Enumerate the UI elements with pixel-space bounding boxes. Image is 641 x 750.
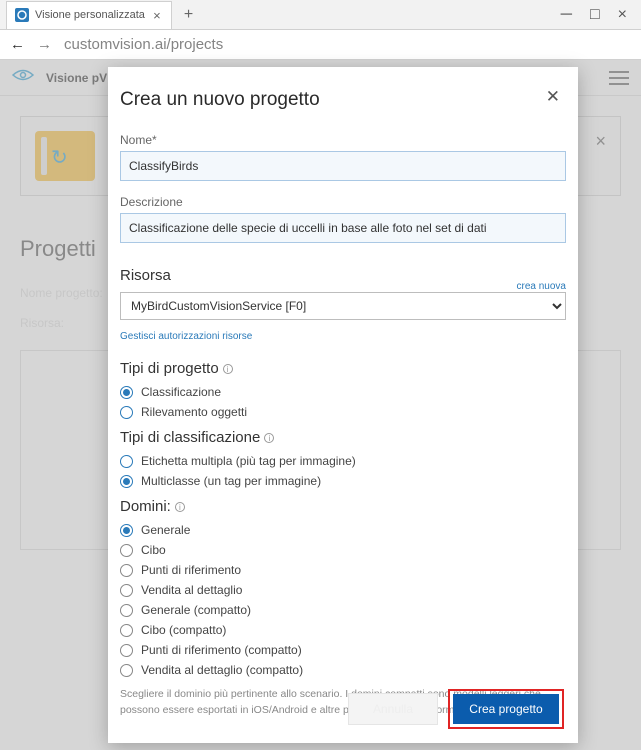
dialog-close-icon[interactable]: ✕ xyxy=(546,87,560,107)
new-tab-button[interactable]: + xyxy=(178,6,199,24)
resource-select[interactable]: MyBirdCustomVisionService [F0] xyxy=(120,292,566,320)
address-bar[interactable]: customvision.ai/projects xyxy=(64,36,223,53)
domain-label: Generale xyxy=(141,523,190,537)
create-project-dialog: Crea un nuovo progetto ✕ Nome* Descrizio… xyxy=(108,67,578,743)
radio-icon[interactable] xyxy=(120,624,133,637)
radio-icon[interactable] xyxy=(120,664,133,677)
radio-icon[interactable] xyxy=(120,604,133,617)
radio-icon[interactable] xyxy=(120,544,133,557)
domain-option[interactable]: Cibo xyxy=(120,543,566,557)
radio-icon[interactable] xyxy=(120,644,133,657)
nav-forward-icon: → xyxy=(37,36,52,53)
domain-option[interactable]: Punti di riferimento (compatto) xyxy=(120,643,566,657)
cancel-button[interactable]: Annulla xyxy=(348,693,438,725)
domain-label: Cibo xyxy=(141,543,166,557)
manage-permissions-link[interactable]: Gestisci autorizzazioni risorse xyxy=(120,331,252,342)
classification-type-label: Multiclasse (un tag per immagine) xyxy=(141,474,321,488)
classification-type-option[interactable]: Etichetta multipla (più tag per immagine… xyxy=(120,454,566,468)
classification-type-option[interactable]: Multiclasse (un tag per immagine) xyxy=(120,474,566,488)
project-type-option[interactable]: Classificazione xyxy=(120,385,566,399)
domain-label: Punti di riferimento xyxy=(141,563,241,577)
create-resource-link[interactable]: crea nuova xyxy=(517,281,566,292)
project-type-label: Classificazione xyxy=(141,385,221,399)
domain-option[interactable]: Generale (compatto) xyxy=(120,603,566,617)
radio-icon[interactable] xyxy=(120,455,133,468)
project-type-option[interactable]: Rilevamento oggetti xyxy=(120,405,566,419)
radio-icon[interactable] xyxy=(120,584,133,597)
info-icon[interactable]: i xyxy=(264,433,274,443)
classification-type-label: Etichetta multipla (più tag per immagine… xyxy=(141,454,356,468)
domain-label: Generale (compatto) xyxy=(141,603,251,617)
name-label: Nome* xyxy=(120,133,566,147)
name-input[interactable] xyxy=(120,151,566,181)
window-minimize-icon[interactable]: ─ xyxy=(561,6,572,24)
domain-label: Punti di riferimento (compatto) xyxy=(141,643,302,657)
domain-label: Vendita al dettaglio xyxy=(141,583,242,597)
domain-option[interactable]: Vendita al dettaglio xyxy=(120,583,566,597)
info-icon[interactable]: i xyxy=(175,502,185,512)
tab-title: Visione personalizzata xyxy=(35,9,145,21)
create-project-button[interactable]: Crea progetto xyxy=(453,694,559,724)
browser-tab[interactable]: Visione personalizzata × xyxy=(6,1,172,29)
favicon-icon xyxy=(15,8,29,22)
radio-icon[interactable] xyxy=(120,524,133,537)
domain-option[interactable]: Cibo (compatto) xyxy=(120,623,566,637)
domain-label: Vendita al dettaglio (compatto) xyxy=(141,663,303,677)
description-label: Descrizione xyxy=(120,195,566,209)
resource-section-title: Risorsa xyxy=(120,267,171,284)
description-input[interactable] xyxy=(120,213,566,243)
project-type-title: Tipi di progetto xyxy=(120,360,219,377)
radio-icon[interactable] xyxy=(120,564,133,577)
window-maximize-icon[interactable]: □ xyxy=(590,6,600,24)
radio-icon[interactable] xyxy=(120,386,133,399)
domain-option[interactable]: Punti di riferimento xyxy=(120,563,566,577)
nav-back-icon[interactable]: ← xyxy=(10,36,25,53)
tab-close-icon[interactable]: × xyxy=(151,9,163,21)
domains-title: Domini: xyxy=(120,498,171,515)
window-close-icon[interactable]: × xyxy=(618,6,627,24)
domain-option[interactable]: Vendita al dettaglio (compatto) xyxy=(120,663,566,677)
classification-type-title: Tipi di classificazione xyxy=(120,429,260,446)
radio-icon[interactable] xyxy=(120,406,133,419)
domain-label: Cibo (compatto) xyxy=(141,623,226,637)
create-button-highlight: Crea progetto xyxy=(448,689,564,729)
info-icon[interactable]: i xyxy=(223,364,233,374)
dialog-title: Crea un nuovo progetto xyxy=(120,89,566,111)
project-type-label: Rilevamento oggetti xyxy=(141,405,247,419)
radio-icon[interactable] xyxy=(120,475,133,488)
domain-option[interactable]: Generale xyxy=(120,523,566,537)
